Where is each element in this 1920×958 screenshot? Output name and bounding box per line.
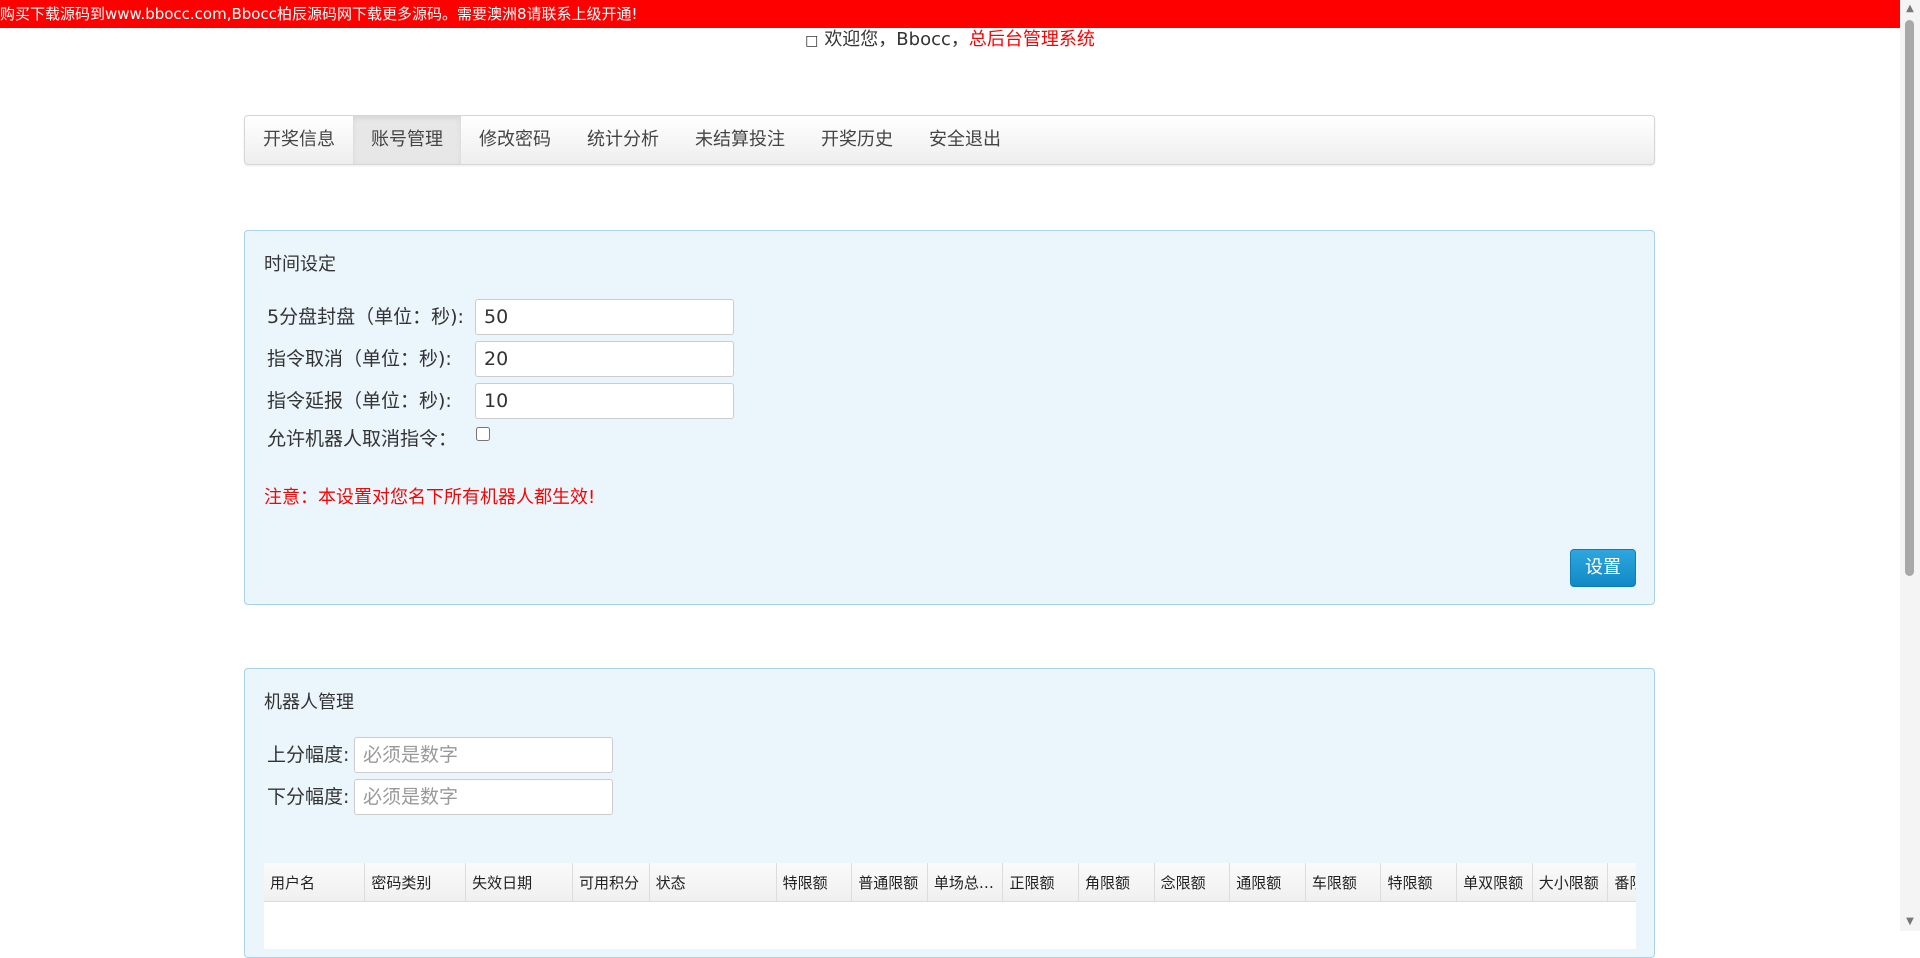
col-password-type[interactable]: 密码类别 <box>364 863 467 902</box>
col-te-limit-2[interactable]: 特限额 <box>1380 863 1458 902</box>
vertical-scrollbar[interactable]: ▲ ▼ <box>1900 0 1920 931</box>
system-name: 总后台管理系统 <box>968 29 1095 50</box>
cancel-time-label: 指令取消（单位：秒): <box>267 348 452 370</box>
col-expiry-date[interactable]: 失效日期 <box>465 863 573 902</box>
robot-table: 用户名 密码类别 失效日期 可用积分 状态 特限额 普通限额 单场总限额 正限额… <box>264 863 1636 949</box>
user-icon: □ <box>805 33 819 49</box>
main-nav: 开奖信息 账号管理 修改密码 统计分析 未结算投注 开奖历史 安全退出 <box>244 115 1655 165</box>
scrollbar-thumb[interactable] <box>1905 20 1914 576</box>
col-tong-limit[interactable]: 通限额 <box>1229 863 1306 902</box>
robot-management-panel: 机器人管理 上分幅度: 下分幅度: 用户名 密码类别 失效日期 可用积分 状态 <box>244 668 1655 958</box>
scroll-up-icon[interactable]: ▲ <box>1900 0 1920 18</box>
col-zheng-limit[interactable]: 正限额 <box>1002 863 1080 902</box>
col-jiao-limit[interactable]: 角限额 <box>1078 863 1155 902</box>
score-down-input[interactable] <box>354 779 613 815</box>
nav-item-account-management[interactable]: 账号管理 <box>353 116 461 164</box>
robot-cancel-label: 允许机器人取消指令： <box>267 428 458 450</box>
robot-cancel-checkbox[interactable] <box>476 427 490 441</box>
col-normal-limit[interactable]: 普通限额 <box>851 863 928 902</box>
robot-table-grid: 用户名 密码类别 失效日期 可用积分 状态 特限额 普通限额 单场总限额 正限额… <box>264 863 1636 902</box>
col-te-limit[interactable]: 特限额 <box>776 863 853 902</box>
col-fan-limit[interactable]: 番限额 <box>1607 863 1636 902</box>
robot-table-header: 用户名 密码类别 失效日期 可用积分 状态 特限额 普通限额 单场总限额 正限额… <box>264 863 1636 902</box>
promo-banner-text: 购买下载源码到www.bbocc.com,Bbocc柏辰源码网下载更多源码。需要… <box>0 5 638 23</box>
set-button[interactable]: 设置 <box>1570 549 1636 587</box>
col-che-limit[interactable]: 车限额 <box>1305 863 1382 902</box>
nav-item-lottery-info[interactable]: 开奖信息 <box>245 116 353 164</box>
col-odd-even-limit[interactable]: 单双限额 <box>1456 863 1533 902</box>
nav-item-unsettled-bets[interactable]: 未结算投注 <box>677 116 803 164</box>
col-big-small-limit[interactable]: 大小限额 <box>1532 863 1609 902</box>
promo-banner: 购买下载源码到www.bbocc.com,Bbocc柏辰源码网下载更多源码。需要… <box>0 0 1900 28</box>
nav-item-change-password[interactable]: 修改密码 <box>461 116 569 164</box>
col-username[interactable]: 用户名 <box>264 863 366 902</box>
col-status[interactable]: 状态 <box>649 863 777 902</box>
delay-time-input[interactable] <box>475 383 734 419</box>
nav-item-lottery-history[interactable]: 开奖历史 <box>803 116 911 164</box>
close-time-label: 5分盘封盘（单位：秒): <box>267 306 464 328</box>
nav-item-logout[interactable]: 安全退出 <box>911 116 1019 164</box>
welcome-text: 欢迎您，Bbocc， <box>824 29 969 50</box>
nav-item-statistics[interactable]: 统计分析 <box>569 116 677 164</box>
col-available-points[interactable]: 可用积分 <box>572 863 650 902</box>
delay-time-label: 指令延报（单位：秒): <box>267 390 452 412</box>
col-nian-limit[interactable]: 念限额 <box>1154 863 1231 902</box>
time-settings-title: 时间设定 <box>264 254 336 275</box>
col-single-total-limit[interactable]: 单场总限额 <box>927 863 1004 902</box>
cancel-time-input[interactable] <box>475 341 734 377</box>
score-up-label: 上分幅度: <box>267 744 350 766</box>
close-time-input[interactable] <box>475 299 734 335</box>
score-down-label: 下分幅度: <box>267 786 350 808</box>
robot-management-title: 机器人管理 <box>264 692 354 713</box>
settings-note: 注意：本设置对您名下所有机器人都生效! <box>264 487 596 508</box>
scroll-down-icon[interactable]: ▼ <box>1900 913 1920 931</box>
welcome-bar: □ 欢迎您，Bbocc，总后台管理系统 <box>0 28 1900 53</box>
time-settings-panel: 时间设定 5分盘封盘（单位：秒): 指令取消（单位：秒): 指令延报（单位：秒)… <box>244 230 1655 605</box>
score-up-input[interactable] <box>354 737 613 773</box>
